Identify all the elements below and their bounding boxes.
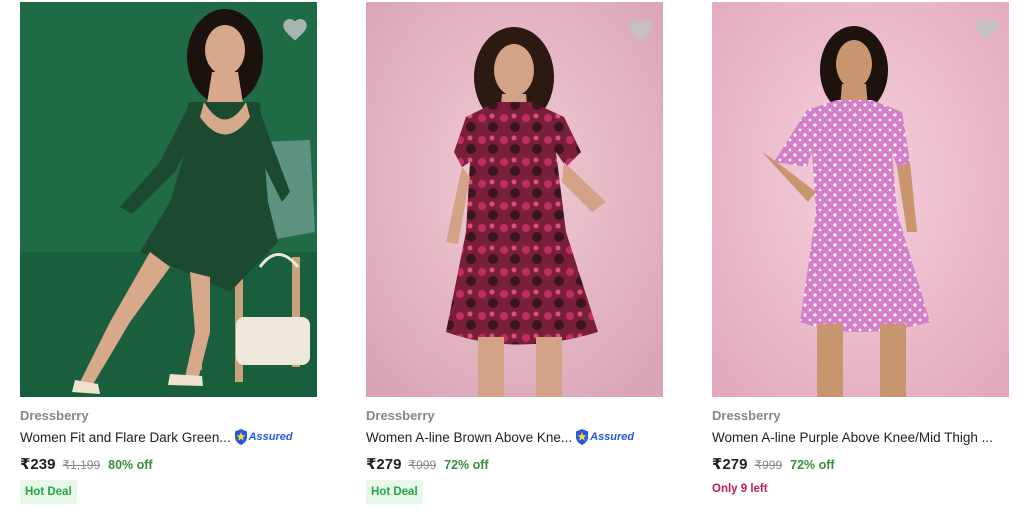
shield-icon (234, 429, 247, 445)
product-brand: Dressberry (20, 408, 89, 423)
product-title[interactable]: Women A-line Purple Above Knee/Mid Thigh… (712, 430, 993, 445)
product-brand: Dressberry (712, 408, 781, 423)
wishlist-heart-icon[interactable] (627, 16, 655, 44)
selling-price: ₹239 (20, 456, 56, 473)
product-title[interactable]: Women Fit and Flare Dark Green... (20, 430, 231, 445)
selling-price: ₹279 (366, 456, 402, 473)
assured-label: Assured (590, 431, 635, 443)
discount-percent: 72% off (790, 458, 835, 472)
assured-badge: Assured (575, 429, 634, 445)
shield-icon (576, 429, 589, 445)
original-price: ₹999 (408, 458, 437, 472)
assured-badge: Assured (234, 429, 293, 445)
hot-deal-badge: Hot Deal (20, 480, 77, 504)
product-image[interactable] (20, 2, 317, 397)
hot-deal-badge: Hot Deal (366, 480, 423, 504)
product-image[interactable] (366, 2, 663, 397)
discount-percent: 72% off (444, 458, 489, 472)
stock-note: Only 9 left (712, 483, 768, 495)
original-price: ₹1,199 (62, 458, 101, 472)
product-brand: Dressberry (366, 408, 435, 423)
product-title[interactable]: Women A-line Brown Above Kne... (366, 430, 572, 445)
wishlist-heart-icon[interactable] (973, 16, 1001, 44)
product-image[interactable] (712, 2, 1009, 397)
assured-label: Assured (248, 431, 293, 443)
wishlist-heart-icon[interactable] (281, 16, 309, 44)
original-price: ₹999 (754, 458, 783, 472)
discount-percent: 80% off (108, 458, 153, 472)
selling-price: ₹279 (712, 456, 748, 473)
